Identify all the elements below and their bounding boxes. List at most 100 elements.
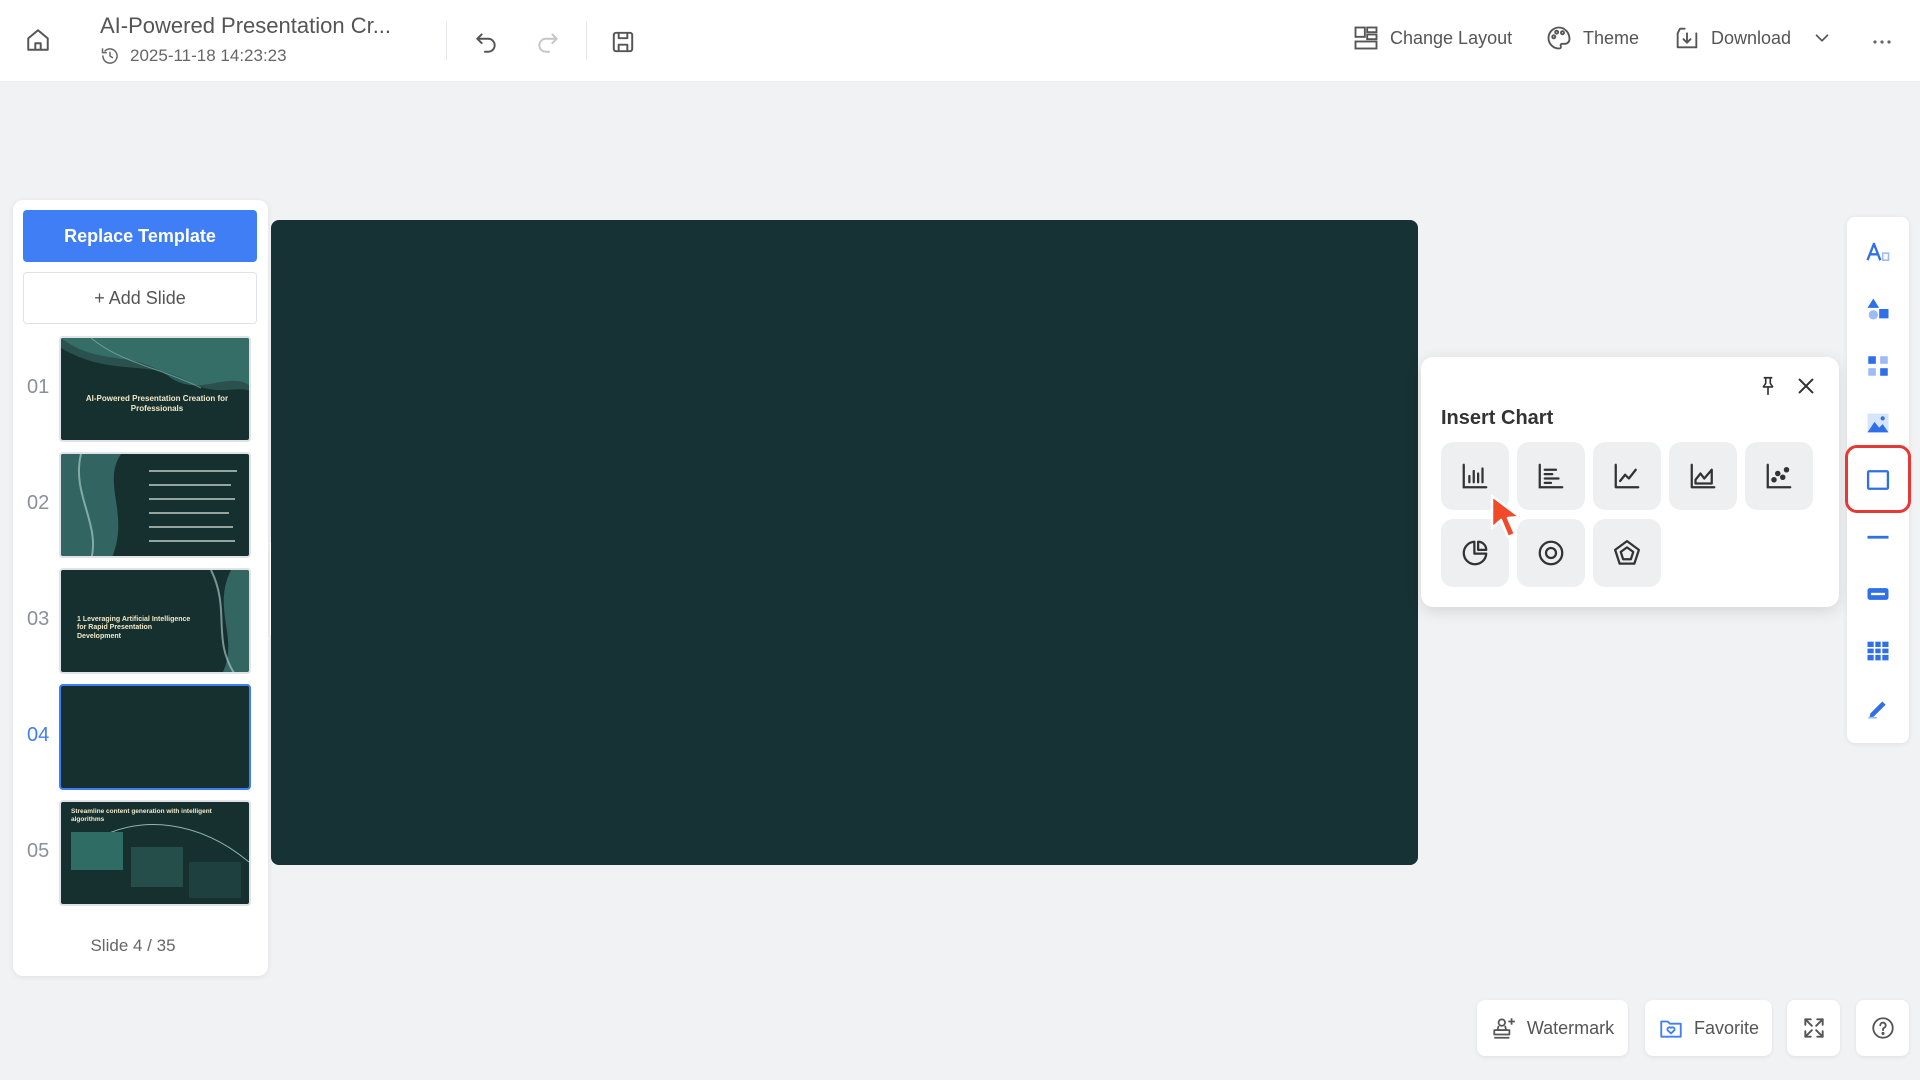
slide-item-01[interactable]: 01 AI-Powered Presentation Creation for … <box>13 336 268 444</box>
more-icon <box>1873 40 1891 44</box>
divider <box>586 22 587 60</box>
redo-icon <box>538 33 558 53</box>
download-button[interactable]: Download <box>1673 24 1833 52</box>
slide-number: 03 <box>27 608 50 630</box>
button-tool-button[interactable] <box>1859 575 1897 613</box>
image-tool-button[interactable] <box>1859 404 1897 442</box>
redo-button[interactable] <box>530 24 566 60</box>
divider <box>446 22 447 60</box>
slide-thumbnail[interactable]: AI-Powered Presentation Creation for Pro… <box>59 336 251 442</box>
palette-icon <box>1547 26 1571 50</box>
change-layout-label: Change Layout <box>1390 27 1513 48</box>
ring-chart-icon <box>1538 540 1564 566</box>
text-line <box>149 470 237 472</box>
slide-thumb-title: 1 Leveraging Artificial Intelligence for… <box>77 616 191 640</box>
change-layout-button[interactable]: Change Layout <box>1352 24 1512 52</box>
table-tool-button[interactable] <box>1859 632 1897 670</box>
home-button[interactable] <box>20 22 56 58</box>
slide-thumbnail-active[interactable] <box>59 684 251 790</box>
history-icon <box>101 48 118 64</box>
scatter-chart-icon <box>1766 463 1792 489</box>
top-bar: AI-Powered Presentation Cr... 2025-11-18… <box>0 0 1920 82</box>
text-line <box>149 484 231 486</box>
theme-button[interactable]: Theme <box>1545 24 1639 52</box>
pin-button[interactable] <box>1753 371 1783 401</box>
bar-chart-icon <box>1538 463 1564 489</box>
slide-number: 02 <box>27 492 50 514</box>
help-icon <box>1871 1017 1894 1039</box>
mouse-cursor-icon <box>1490 494 1522 539</box>
help-button[interactable] <box>1856 1000 1909 1056</box>
favorite-folder-icon <box>1660 1020 1682 1038</box>
add-slide-button[interactable]: + Add Slide <box>23 272 257 324</box>
watermark-label: Watermark <box>1526 1017 1615 1038</box>
timestamp-text: 2025-11-18 14:23:23 <box>130 46 287 65</box>
slide-thumbnail[interactable]: Streamline content generation with intel… <box>59 800 251 906</box>
slide-item-04[interactable]: 04 <box>13 684 268 792</box>
watermark-icon <box>1493 1018 1515 1039</box>
shape-tool-button[interactable] <box>1859 290 1897 328</box>
undo-icon <box>476 33 496 53</box>
slide-thumbnail[interactable]: 1 Leveraging Artificial Intelligence for… <box>59 568 251 674</box>
area-chart-icon <box>1690 463 1716 489</box>
grid-icon <box>1868 356 1888 376</box>
slide-thumbnail[interactable] <box>59 452 251 558</box>
scatter-chart-button[interactable] <box>1745 442 1813 510</box>
text-line <box>149 526 233 528</box>
pin-icon <box>1762 376 1774 396</box>
text-tool-button[interactable] <box>1859 233 1897 271</box>
divider-tool-button[interactable] <box>1859 518 1897 556</box>
radar-chart-icon <box>1614 540 1640 565</box>
more-options-button[interactable] <box>1864 24 1900 60</box>
radar-chart-button[interactable] <box>1593 519 1661 587</box>
slide-panel: Replace Template + Add Slide 01 AI-Power… <box>13 200 268 976</box>
theme-label: Theme <box>1583 27 1640 48</box>
favorite-button[interactable]: Favorite <box>1645 1000 1772 1056</box>
pen-icon <box>1868 701 1886 719</box>
fullscreen-icon <box>1803 1018 1824 1038</box>
slide-thumb-title: AI-Powered Presentation Creation for Pro… <box>85 394 229 413</box>
text-line <box>149 498 235 500</box>
slide-canvas[interactable] <box>271 220 1418 865</box>
slide-number: 05 <box>27 840 50 862</box>
pie-chart-icon <box>1462 540 1488 566</box>
button-icon <box>1867 588 1889 600</box>
download-label: Download <box>1711 27 1792 48</box>
close-button[interactable] <box>1791 371 1821 401</box>
slide-number: 01 <box>27 376 50 398</box>
slide-list: 01 AI-Powered Presentation Creation for … <box>13 334 268 914</box>
slide-item-03[interactable]: 03 1 Leveraging Artificial Intelligence … <box>13 568 268 676</box>
document-title[interactable]: AI-Powered Presentation Cr... <box>100 13 391 39</box>
chevron-down-icon <box>1815 34 1829 42</box>
popup-title: Insert Chart <box>1441 407 1554 429</box>
slide-item-05[interactable]: 05 Streamline content generation with in… <box>13 800 268 908</box>
save-button[interactable] <box>605 24 641 60</box>
flow-graphic <box>71 824 249 898</box>
watermark-button[interactable]: Watermark <box>1477 1000 1628 1056</box>
undo-button[interactable] <box>468 24 504 60</box>
highlight-ring <box>1845 445 1911 513</box>
insert-chart-popup: Insert Chart <box>1421 357 1839 607</box>
line-chart-button[interactable] <box>1593 442 1661 510</box>
column-chart-icon <box>1462 463 1488 489</box>
layout-icon <box>1354 26 1378 50</box>
component-tool-button[interactable] <box>1859 347 1897 385</box>
draw-tool-button[interactable] <box>1859 689 1897 727</box>
slide-number: 04 <box>27 724 50 746</box>
favorite-label: Favorite <box>1693 1017 1760 1038</box>
table-icon <box>1867 641 1889 661</box>
line-chart-icon <box>1614 463 1640 489</box>
wave-graphic <box>61 338 249 391</box>
close-icon <box>1798 378 1814 394</box>
text-line <box>149 540 235 542</box>
home-icon <box>27 29 49 51</box>
document-timestamp: 2025-11-18 14:23:23 <box>100 46 287 66</box>
slide-item-02[interactable]: 02 <box>13 452 268 560</box>
fullscreen-button[interactable] <box>1787 1000 1840 1056</box>
area-chart-button[interactable] <box>1669 442 1737 510</box>
replace-template-button[interactable]: Replace Template <box>23 210 257 262</box>
download-icon <box>1676 27 1698 49</box>
shapes-icon <box>1867 298 1889 320</box>
divider-line-icon <box>1867 535 1889 539</box>
save-icon <box>612 31 634 53</box>
